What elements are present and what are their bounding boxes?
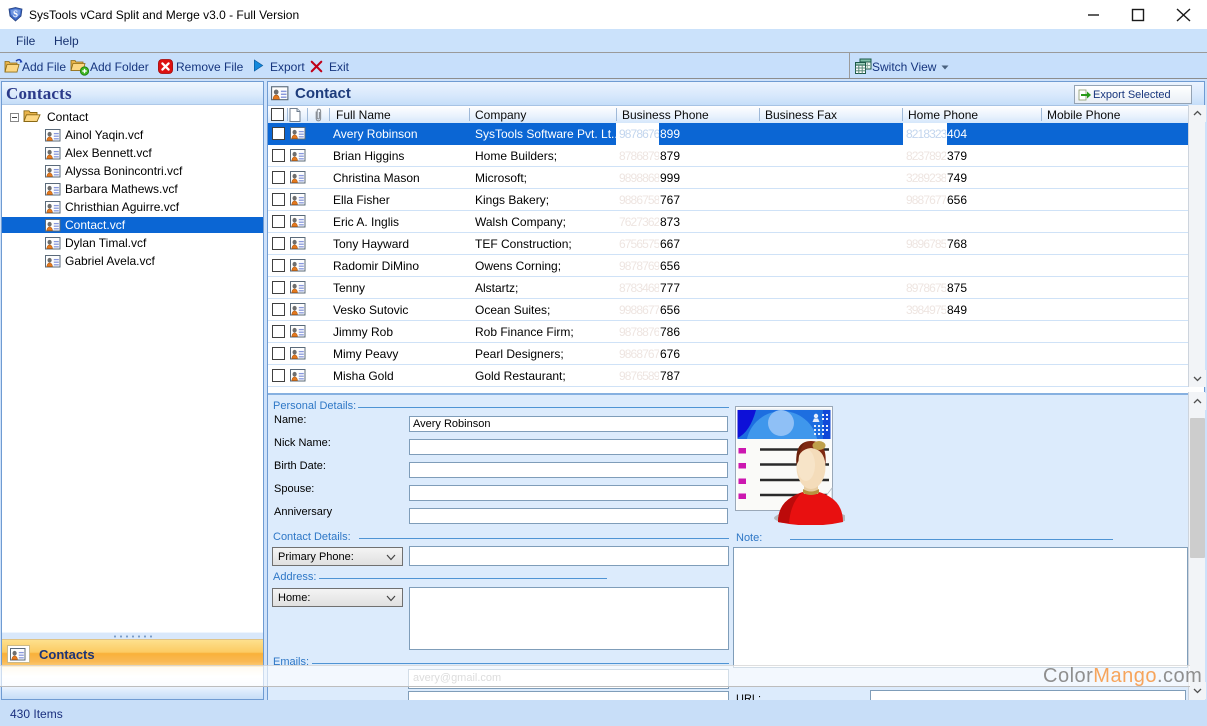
svg-text:S: S [13,9,18,19]
